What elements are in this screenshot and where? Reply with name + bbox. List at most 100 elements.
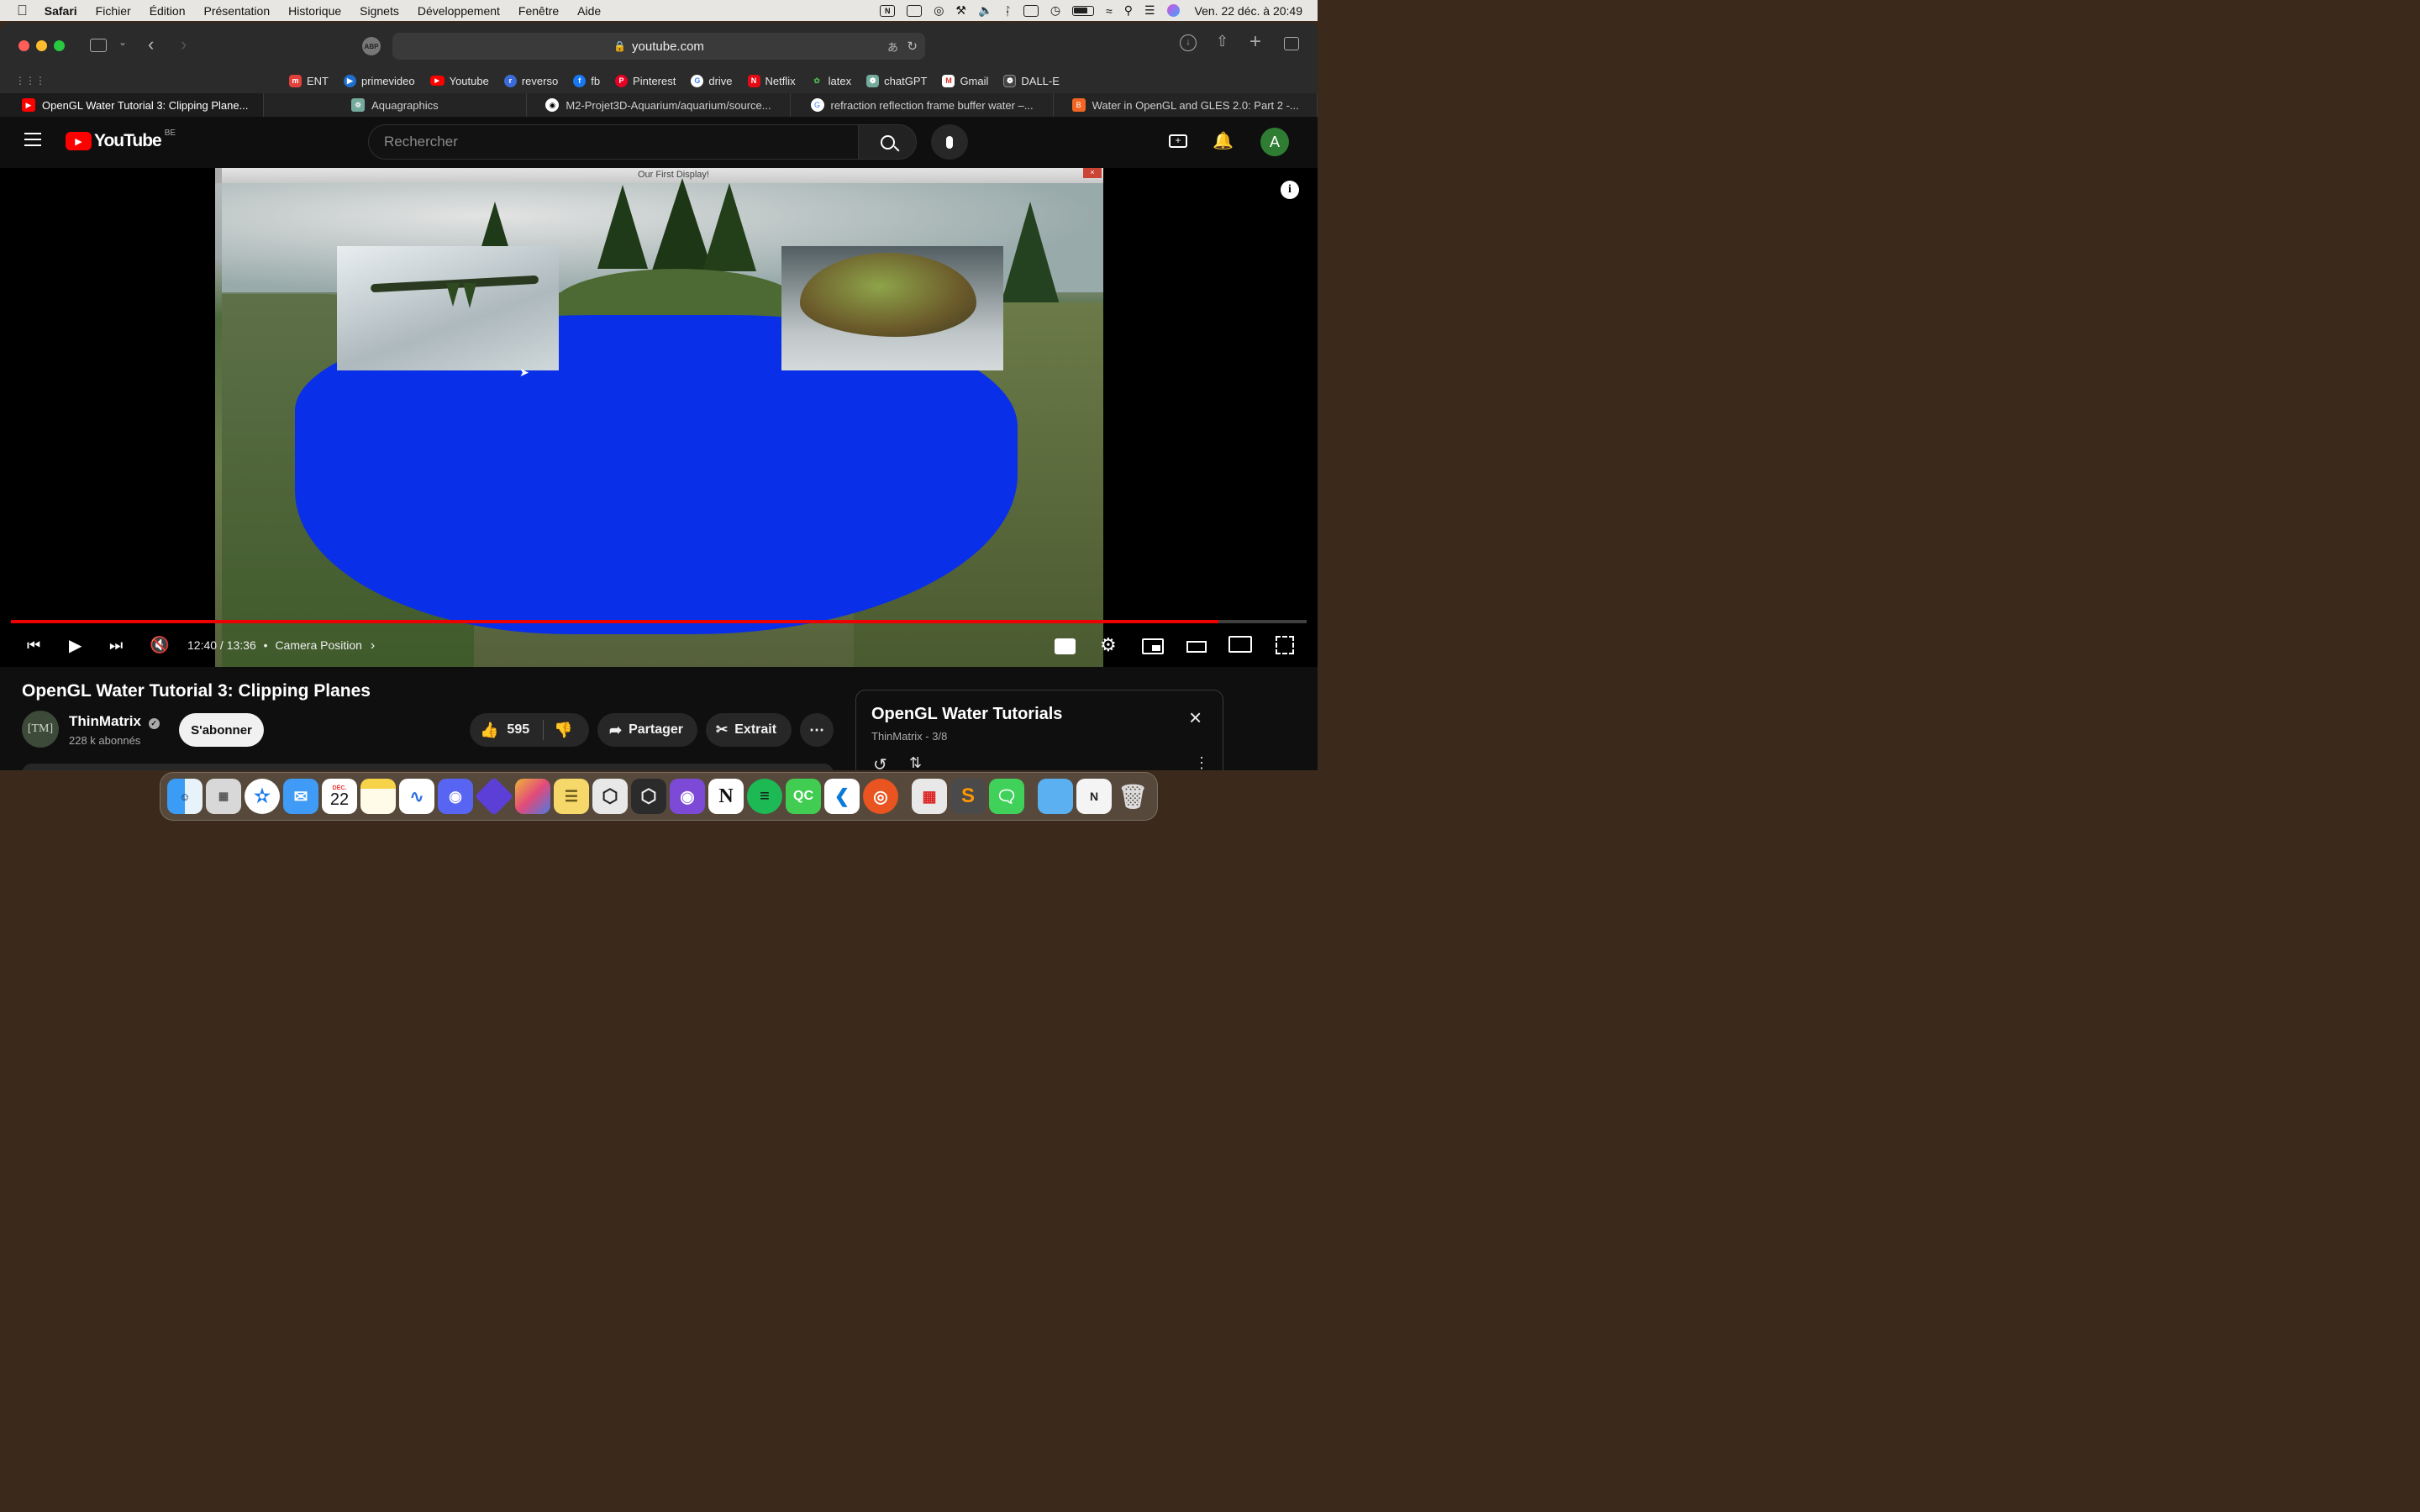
spotify-icon[interactable]: ≡: [747, 779, 782, 814]
reload-icon[interactable]: ↻: [907, 39, 918, 54]
vscode-icon[interactable]: ❮: [824, 779, 860, 814]
progress-bar[interactable]: [11, 620, 1307, 623]
address-bar[interactable]: 🔒 youtube.com あ ↻: [392, 33, 925, 60]
bookmark-drive[interactable]: Gdrive: [691, 74, 733, 87]
notes-icon[interactable]: [360, 779, 396, 814]
subscribe-button[interactable]: S'abonner: [179, 713, 264, 747]
trash-icon[interactable]: 🗑: [1115, 779, 1150, 814]
apple-icon[interactable]: : [17, 3, 28, 19]
back-icon[interactable]: ‹: [148, 34, 154, 55]
notion-menubar-icon[interactable]: N: [880, 4, 896, 17]
play-icon[interactable]: ▶: [69, 635, 82, 656]
channel-avatar[interactable]: [TM]: [22, 711, 59, 748]
control-center-icon[interactable]: ☰: [1144, 3, 1155, 18]
zoom-window-button[interactable]: [54, 40, 65, 51]
previous-video-icon[interactable]: ⏮: [27, 637, 40, 654]
finder-icon[interactable]: ☺: [167, 779, 203, 814]
chapter-button[interactable]: Camera Position: [275, 638, 362, 652]
tab-water-opengl-blog[interactable]: B Water in OpenGL and GLES 2.0: Part 2 -.…: [1054, 93, 1318, 117]
theater-mode-icon[interactable]: [1186, 641, 1207, 653]
playlist-title[interactable]: OpenGL Water Tutorials: [871, 705, 1062, 724]
tab-github-aquarium[interactable]: ◉ M2-Projet3D-Aquarium/aquarium/source...: [527, 93, 791, 117]
menu-presentation[interactable]: Présentation: [204, 4, 271, 18]
close-window-button[interactable]: [18, 40, 29, 51]
time-machine-icon[interactable]: ◷: [1050, 3, 1060, 18]
stickies-icon[interactable]: ☰: [554, 779, 589, 814]
bookmark-pinterest[interactable]: P Pinterest: [615, 74, 676, 87]
bookmark-netflix[interactable]: N Netflix: [747, 74, 796, 87]
settings-gear-icon[interactable]: ⚙: [1100, 634, 1117, 656]
dislike-button[interactable]: 👎: [554, 722, 572, 739]
github-desktop-icon[interactable]: ◉: [670, 779, 705, 814]
menu-signets[interactable]: Signets: [360, 4, 399, 18]
downloads-icon[interactable]: ↓: [1180, 34, 1197, 51]
chevron-right-icon[interactable]: ›: [371, 638, 375, 653]
qt-creator-icon[interactable]: QC: [786, 779, 821, 814]
share-icon[interactable]: ⇧: [1216, 33, 1228, 50]
parallels-icon[interactable]: ▦: [912, 779, 947, 814]
recent-document-icon[interactable]: N: [1076, 779, 1112, 814]
bookmark-latex[interactable]: ✿ latex: [810, 74, 851, 87]
freeform-icon[interactable]: ∿: [399, 779, 434, 814]
menu-fenetre[interactable]: Fenêtre: [518, 4, 559, 18]
translate-icon[interactable]: あ: [887, 39, 898, 55]
subtitles-icon[interactable]: [1055, 638, 1076, 654]
discord-icon[interactable]: ◉: [438, 779, 473, 814]
notion-icon[interactable]: N: [708, 779, 744, 814]
hamburger-menu-icon[interactable]: [24, 133, 41, 146]
menubar-clock[interactable]: Ven. 22 déc. à 20:49: [1195, 4, 1302, 18]
apps-grid-icon[interactable]: ⋮⋮⋮: [15, 75, 45, 87]
pixelmator-icon[interactable]: [515, 779, 550, 814]
launchpad-icon[interactable]: ▦: [206, 779, 241, 814]
sublime-text-icon[interactable]: S: [950, 779, 986, 814]
like-button[interactable]: 👍 595: [470, 722, 529, 739]
menu-developpement[interactable]: Développement: [418, 4, 500, 18]
bookmark-chatgpt[interactable]: ❁ chatGPT: [866, 74, 927, 87]
safari-icon[interactable]: ✫: [245, 779, 280, 814]
channel-name[interactable]: ThinMatrix ✓: [69, 713, 160, 730]
screen-share-icon[interactable]: [907, 4, 923, 17]
bookmark-gmail[interactable]: M Gmail: [942, 74, 988, 87]
menu-edition[interactable]: Édition: [150, 4, 186, 18]
loop-playlist-icon[interactable]: ↺: [873, 754, 887, 770]
bookmark-reverso[interactable]: r reverso: [503, 74, 558, 87]
forward-icon[interactable]: ›: [181, 34, 187, 55]
miniplayer-icon[interactable]: [1142, 638, 1164, 654]
info-icon[interactable]: i: [1281, 181, 1299, 199]
unity-icon[interactable]: ⬡: [592, 779, 628, 814]
bookmark-youtube[interactable]: ▶ Youtube: [429, 75, 489, 87]
keyboard-input-icon[interactable]: [1023, 4, 1039, 17]
bookmark-fb[interactable]: f fb: [573, 74, 600, 87]
new-tab-icon[interactable]: +: [1249, 30, 1261, 54]
next-video-icon[interactable]: ⏭: [109, 637, 123, 654]
chevron-down-icon[interactable]: ⌄: [118, 36, 127, 48]
menu-aide[interactable]: Aide: [577, 4, 601, 18]
volume-icon[interactable]: 🔈: [978, 3, 992, 18]
linear-icon[interactable]: [474, 776, 514, 816]
tools-status-icon[interactable]: ⚒: [955, 3, 966, 18]
more-actions-button[interactable]: ⋯: [800, 713, 834, 747]
playlist-more-icon[interactable]: ⋮: [1194, 754, 1209, 770]
fullscreen-icon[interactable]: [1276, 636, 1294, 654]
sidebar-toggle-icon[interactable]: [90, 39, 107, 52]
siri-icon[interactable]: [1166, 4, 1180, 17]
tab-aquagraphics[interactable]: ❁ Aquagraphics: [264, 93, 528, 117]
search-input[interactable]: Rechercher: [368, 124, 859, 160]
tab-overview-icon[interactable]: [1284, 37, 1299, 50]
video-player[interactable]: Our First Display! × ➤ i ⏮ ▶ ⏭ 🔇 12:40 /…: [0, 168, 1318, 667]
adblock-extension-icon[interactable]: ABP: [362, 37, 381, 55]
menu-app-name[interactable]: Safari: [45, 4, 77, 18]
bookmark-ent[interactable]: m ENT: [289, 74, 329, 87]
youtube-logo[interactable]: ▶ YouTube BE: [66, 129, 176, 151]
shuffle-playlist-icon[interactable]: ⇅: [909, 754, 922, 770]
calendar-icon[interactable]: DÉC. 22: [322, 779, 357, 814]
downloads-folder-icon[interactable]: [1038, 779, 1073, 814]
bookmark-primevideo[interactable]: ▶ primevideo: [344, 74, 415, 87]
notifications-bell-icon[interactable]: 🔔: [1213, 130, 1234, 151]
minimize-window-button[interactable]: [36, 40, 47, 51]
share-button[interactable]: ➦ Partager: [597, 713, 697, 747]
creative-cloud-icon[interactable]: ◎: [934, 3, 944, 18]
mail-icon[interactable]: ✉: [283, 779, 318, 814]
tab-opengl-water-tutorial[interactable]: ▶ OpenGL Water Tutorial 3: Clipping Plane…: [0, 93, 264, 117]
unity-hub-icon[interactable]: ⬡: [631, 779, 666, 814]
